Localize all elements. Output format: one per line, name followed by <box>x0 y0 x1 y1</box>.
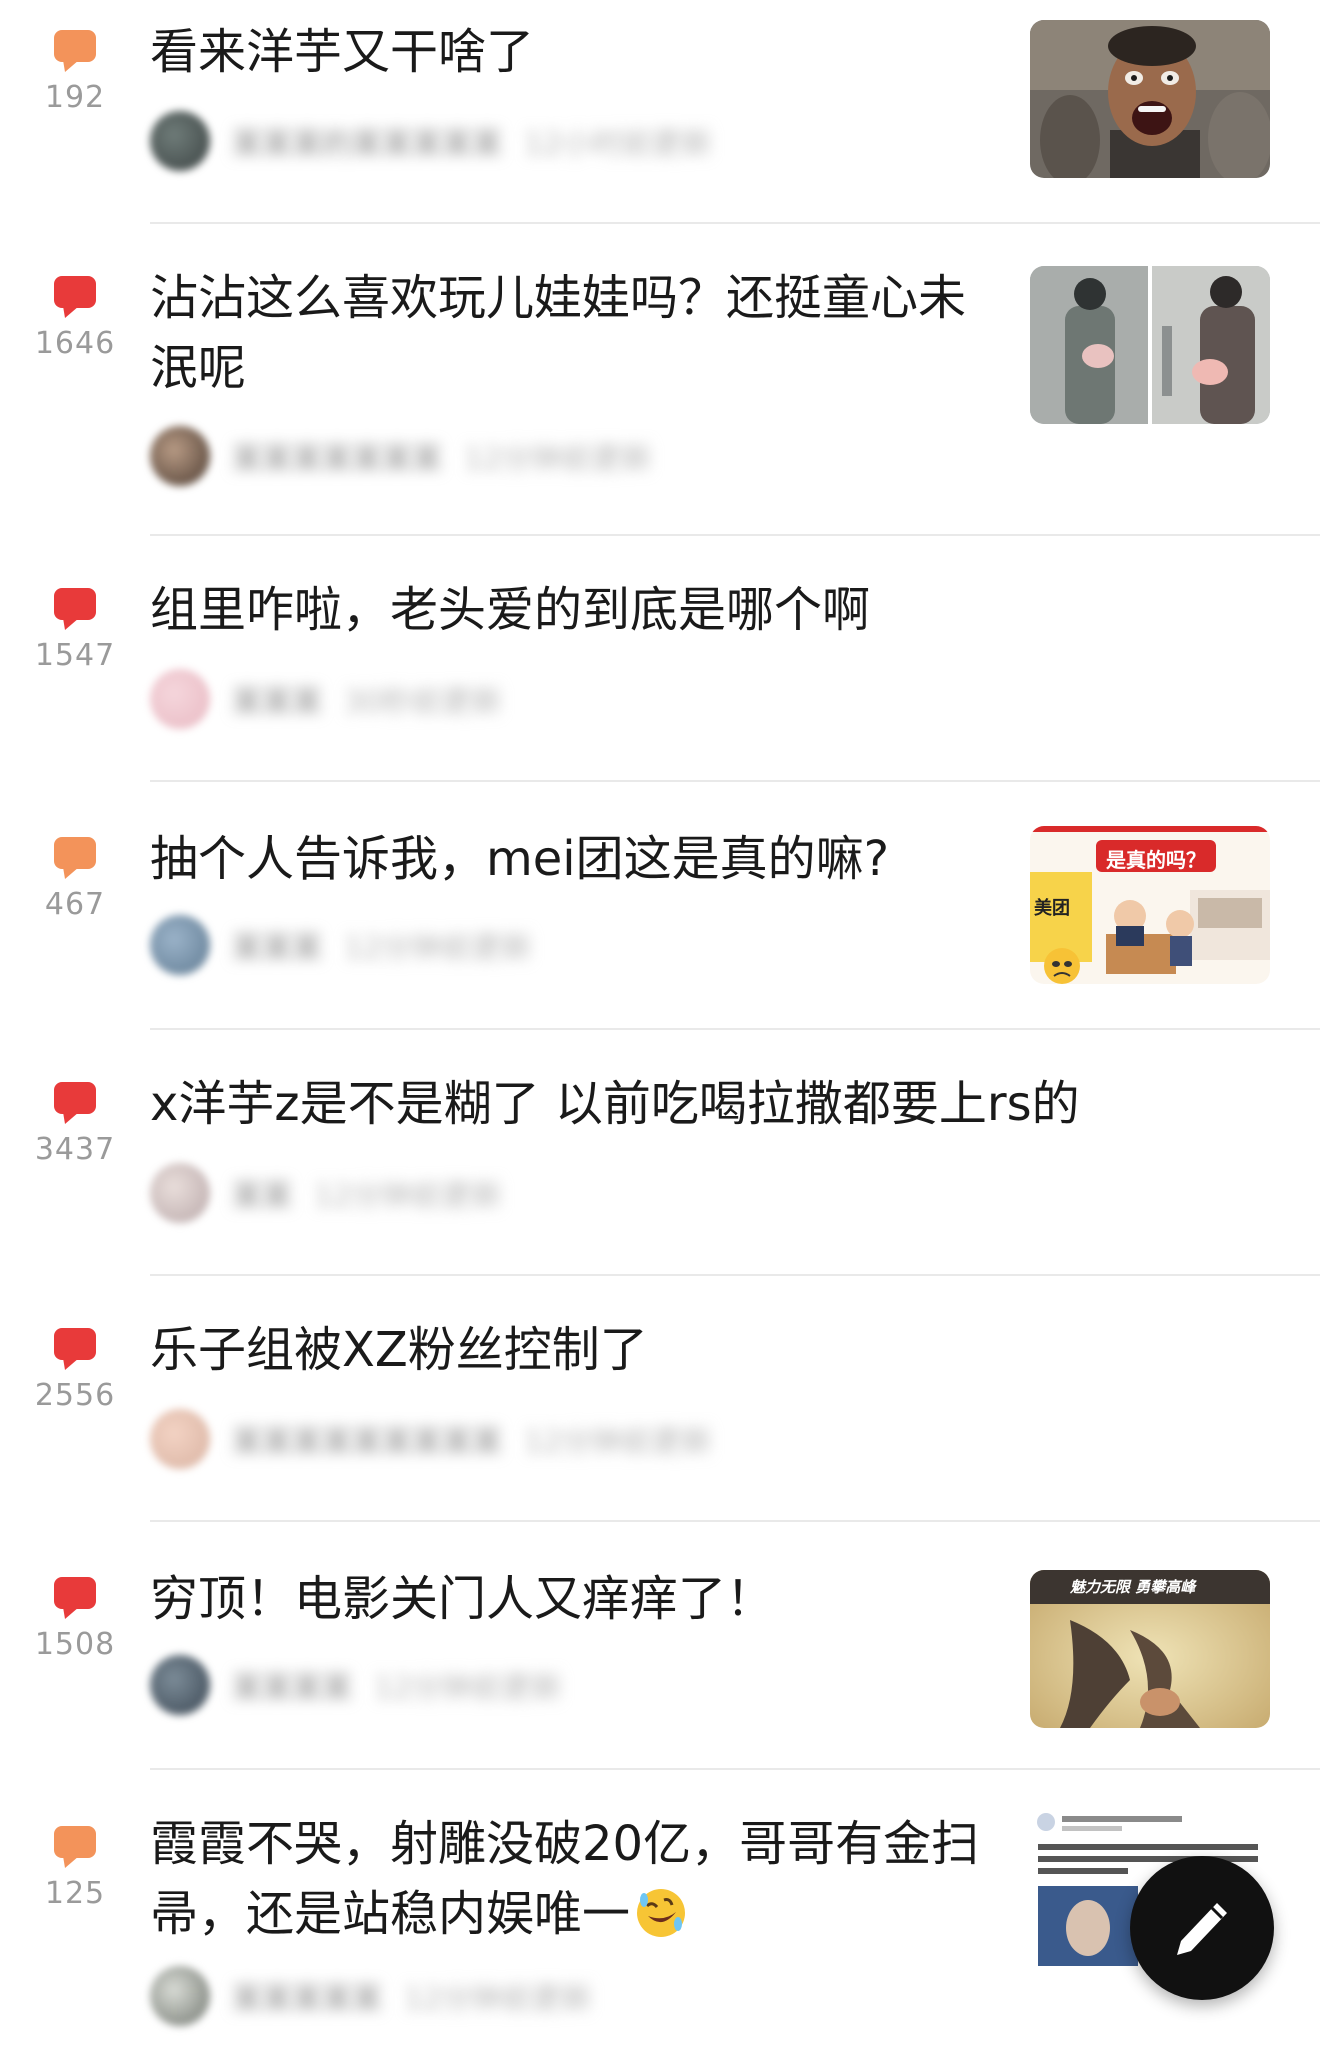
author-name[interactable]: 某某某某某 <box>232 1974 382 2018</box>
author-row: 某某某某某 12分钟前更新 <box>150 1966 592 2026</box>
reply-count: 467 <box>44 887 106 922</box>
avatar[interactable] <box>150 1966 210 2026</box>
avatar[interactable] <box>150 669 210 729</box>
topic-item[interactable]: 3437 x洋芋z是不是糊了 以前吃喝拉撒都要上rs的 某某 12分钟前更新 <box>0 1030 1320 1276</box>
reply-indicator: 2556 <box>20 1328 130 1413</box>
thumbnail-caption: 魅力无限 勇攀高峰 <box>1070 1578 1196 1596</box>
author-name[interactable]: 某某某某 <box>232 1663 352 1707</box>
update-time: 12分钟前更新 <box>374 1671 563 1706</box>
topic-feed: 192 看来洋芋又干啥了 某某某的某某某某某 12小时前更新 1646 沾沾这么… <box>0 0 1320 2052</box>
reply-count: 192 <box>44 80 106 115</box>
author-row: 某某 12分钟前更新 <box>150 1163 502 1223</box>
author-row: 某某某 12分钟前更新 <box>150 915 532 975</box>
comment-bubble-icon <box>54 30 96 72</box>
update-time: 30秒前更新 <box>344 685 503 720</box>
topic-title[interactable]: 看来洋芋又干啥了 <box>150 17 990 87</box>
reply-indicator: 467 <box>20 837 130 922</box>
reply-indicator: 125 <box>20 1826 130 1911</box>
comment-bubble-icon <box>54 1826 96 1868</box>
topic-item[interactable]: 192 看来洋芋又干啥了 某某某的某某某某某 12小时前更新 <box>0 0 1320 224</box>
post-thumbnail[interactable]: 是真的吗？ 美团 <box>1030 826 1270 984</box>
reply-count: 2556 <box>34 1378 116 1413</box>
author-name[interactable]: 某某 <box>232 1171 292 1215</box>
reply-count: 1547 <box>34 638 116 673</box>
post-thumbnail[interactable] <box>1030 20 1270 178</box>
comment-bubble-icon <box>54 276 96 318</box>
reply-indicator: 1646 <box>20 276 130 361</box>
topic-title-text: 霞霞不哭，射雕没破20亿，哥哥有金扫帚，还是站稳内娱唯一 <box>150 1816 980 1942</box>
rolling-laughing-emoji <box>637 1889 686 1937</box>
author-name[interactable]: 某某某的某某某某某 <box>232 119 502 163</box>
reply-count: 1508 <box>34 1627 116 1662</box>
topic-title[interactable]: 霞霞不哭，射雕没破20亿，哥哥有金扫帚，还是站稳内娱唯一 <box>150 1809 990 1949</box>
reply-count: 1646 <box>34 326 116 361</box>
avatar[interactable] <box>150 1655 210 1715</box>
topic-item[interactable]: 1547 组里咋啦，老头爱的到底是哪个啊 某某某 30秒前更新 <box>0 536 1320 782</box>
update-time: 12分钟前更新 <box>344 931 533 966</box>
avatar[interactable] <box>150 1163 210 1223</box>
avatar[interactable] <box>150 1409 210 1469</box>
author-row: 某某某某某某某 12分钟前更新 <box>150 426 652 486</box>
comment-bubble-icon <box>54 1577 96 1619</box>
topic-title[interactable]: 沾沾这么喜欢玩儿娃娃吗？还挺童心未泯呢 <box>150 263 990 403</box>
pencil-icon <box>1177 1903 1227 1955</box>
reply-indicator: 1547 <box>20 588 130 673</box>
topic-title[interactable]: 穷顶！电影关门人又痒痒了！ <box>150 1564 990 1634</box>
comment-bubble-icon <box>54 1328 96 1370</box>
author-name[interactable]: 某某某某某某某 <box>232 434 442 478</box>
author-row: 某某某某某某某某某 12分钟前更新 <box>150 1409 712 1469</box>
reply-indicator: 192 <box>20 30 130 115</box>
reply-count: 125 <box>44 1876 106 1911</box>
author-row: 某某某的某某某某某 12小时前更新 <box>150 111 712 171</box>
author-row: 某某某 30秒前更新 <box>150 669 502 729</box>
comment-bubble-icon <box>54 588 96 630</box>
update-time: 12分钟前更新 <box>314 1179 503 1214</box>
compose-button[interactable] <box>1130 1856 1274 2000</box>
avatar[interactable] <box>150 426 210 486</box>
topic-item[interactable]: 1646 沾沾这么喜欢玩儿娃娃吗？还挺童心未泯呢 某某某某某某某 12分钟前更新 <box>0 224 1320 536</box>
comment-bubble-icon <box>54 837 96 879</box>
post-thumbnail[interactable]: 魅力无限 勇攀高峰 <box>1030 1570 1270 1728</box>
update-time: 12分钟前更新 <box>524 1425 713 1460</box>
topic-title[interactable]: 乐子组被XZ粉丝控制了 <box>150 1315 1290 1385</box>
comment-bubble-icon <box>54 1082 96 1124</box>
avatar[interactable] <box>150 111 210 171</box>
topic-item[interactable]: 125 霞霞不哭，射雕没破20亿，哥哥有金扫帚，还是站稳内娱唯一 某某某某某 1… <box>0 1770 1320 2052</box>
reply-count: 3437 <box>34 1132 116 1167</box>
shocked-man-photo <box>1030 20 1270 178</box>
avatar[interactable] <box>150 915 210 975</box>
post-thumbnail[interactable] <box>1030 266 1270 424</box>
thumbnail-brand: 美团 <box>1034 898 1070 919</box>
topic-item[interactable]: 1508 穷顶！电影关门人又痒痒了！ 某某某某 12分钟前更新 魅力无限 勇攀高… <box>0 1522 1320 1770</box>
author-name[interactable]: 某某某某某某某某某 <box>232 1417 502 1461</box>
update-time: 12分钟前更新 <box>404 1982 593 2017</box>
update-time: 12小时前更新 <box>524 127 713 162</box>
reply-indicator: 1508 <box>20 1577 130 1662</box>
topic-title[interactable]: 组里咋啦，老头爱的到底是哪个啊 <box>150 575 1290 645</box>
author-name[interactable]: 某某某 <box>232 677 322 721</box>
topic-item[interactable]: 467 抽个人告诉我，mei团这是真的嘛? 某某某 12分钟前更新 是真的吗？ … <box>0 782 1320 1030</box>
topic-item[interactable]: 2556 乐子组被XZ粉丝控制了 某某某某某某某某某 12分钟前更新 <box>0 1276 1320 1522</box>
author-row: 某某某某 12分钟前更新 <box>150 1655 562 1715</box>
topic-title[interactable]: x洋芋z是不是糊了 以前吃喝拉撒都要上rs的 <box>150 1069 1290 1139</box>
thumbnail-caption: 是真的吗？ <box>1106 848 1206 872</box>
author-name[interactable]: 某某某 <box>232 923 322 967</box>
airport-doll-photo <box>1030 266 1270 424</box>
reply-indicator: 3437 <box>20 1082 130 1167</box>
update-time: 12分钟前更新 <box>464 442 653 477</box>
